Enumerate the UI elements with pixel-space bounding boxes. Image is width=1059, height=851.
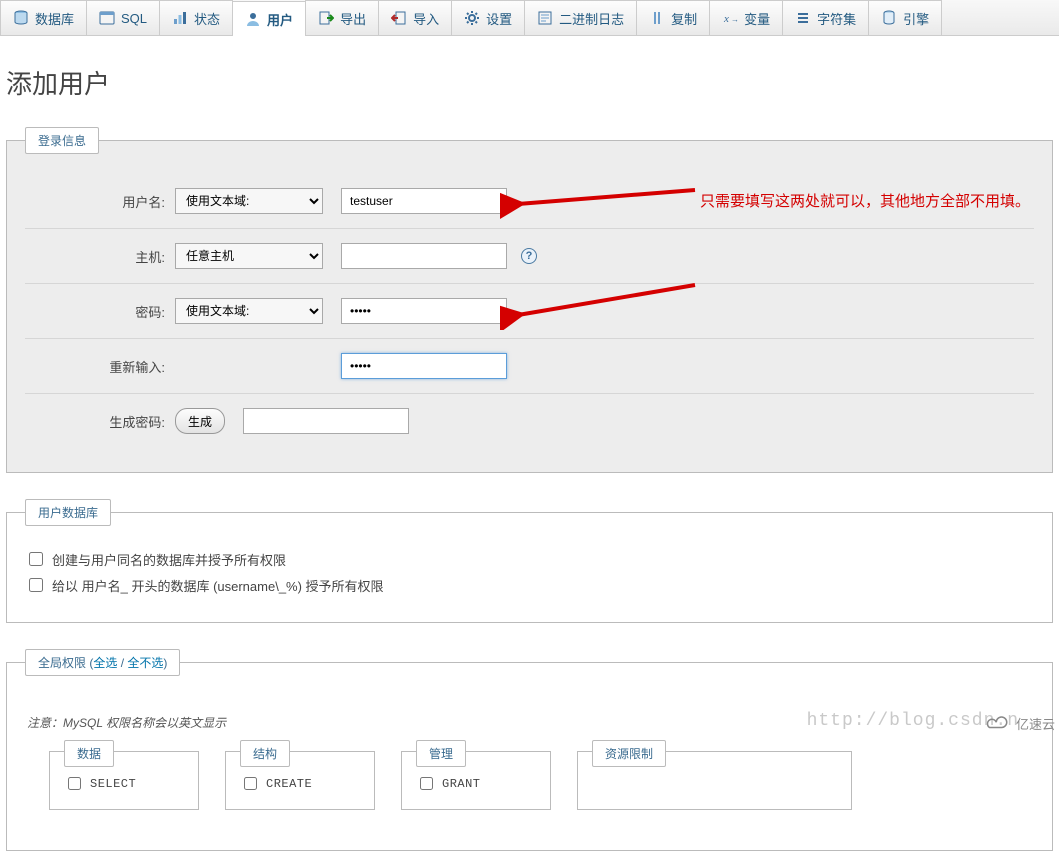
user-db-fieldset: 用户数据库 创建与用户同名的数据库并授予所有权限 给以 用户名_ 开头的数据库 … xyxy=(6,499,1053,623)
priv-limits-legend: 资源限制 xyxy=(592,740,666,767)
host-input[interactable] xyxy=(341,243,507,269)
chk-wildcard-db-box[interactable] xyxy=(29,578,43,592)
chk-create-db-box[interactable] xyxy=(29,552,43,566)
database-icon xyxy=(13,10,29,26)
tab-label: 状态 xyxy=(194,9,220,28)
password-mode-select[interactable]: 使用文本域: xyxy=(175,298,323,324)
priv-data-legend: 数据 xyxy=(64,740,114,767)
row-username: 用户名: 使用文本域: xyxy=(25,174,1034,229)
engine-icon xyxy=(881,10,897,26)
sql-icon xyxy=(99,10,115,26)
export-icon xyxy=(318,10,334,26)
chk-wildcard-db[interactable]: 给以 用户名_ 开头的数据库 (username\_%) 授予所有权限 xyxy=(25,572,1034,598)
tab-label: 用户 xyxy=(267,10,293,29)
label-username: 用户名: xyxy=(25,192,175,211)
tab-binlog[interactable]: 二进制日志 xyxy=(524,0,637,35)
priv-admin-box: 管理 GRANT xyxy=(401,751,551,810)
login-info-fieldset: 登录信息 用户名: 使用文本域: 主机: 任意主机 ? 密码: 使用文本域: 重… xyxy=(6,127,1053,473)
tab-label: 字符集 xyxy=(817,9,856,28)
variables-icon: x→ xyxy=(722,10,738,26)
tab-label: 导入 xyxy=(413,9,439,28)
login-info-legend: 登录信息 xyxy=(25,127,99,154)
priv-data-box: 数据 SELECT xyxy=(49,751,199,810)
tab-sql[interactable]: SQL xyxy=(86,0,160,35)
row-host: 主机: 任意主机 ? xyxy=(25,229,1034,284)
svg-text:x: x xyxy=(723,13,729,25)
tab-label: 数据库 xyxy=(35,9,74,28)
user-db-legend: 用户数据库 xyxy=(25,499,111,526)
tab-label: 设置 xyxy=(486,9,512,28)
tab-status[interactable]: 状态 xyxy=(159,0,233,35)
watermark-logo: 亿速云 xyxy=(982,713,1055,733)
svg-text:→: → xyxy=(731,15,738,24)
chk-wildcard-db-label: 给以 用户名_ 开头的数据库 (username\_%) 授予所有权限 xyxy=(52,576,384,595)
priv-admin-legend: 管理 xyxy=(416,740,466,767)
retype-password-input[interactable] xyxy=(341,353,507,379)
priv-limits-box: 资源限制 xyxy=(577,751,852,810)
priv-select[interactable]: SELECT xyxy=(64,772,184,795)
help-icon[interactable]: ? xyxy=(521,248,537,264)
tab-charsets[interactable]: 字符集 xyxy=(782,0,869,35)
check-all-link[interactable]: 全选 xyxy=(93,656,117,670)
tab-engines[interactable]: 引擎 xyxy=(868,0,942,35)
priv-create[interactable]: CREATE xyxy=(240,772,360,795)
label-generate: 生成密码: xyxy=(25,412,175,431)
tab-settings[interactable]: 设置 xyxy=(451,0,525,35)
tab-label: 变量 xyxy=(744,9,770,28)
binlog-icon xyxy=(537,10,553,26)
global-priv-legend: 全局权限 (全选 / 全不选) xyxy=(25,649,180,676)
chk-create-db-label: 创建与用户同名的数据库并授予所有权限 xyxy=(52,550,286,569)
tab-label: 二进制日志 xyxy=(559,9,624,28)
row-password: 密码: 使用文本域: xyxy=(25,284,1034,339)
chk-create-db[interactable]: 创建与用户同名的数据库并授予所有权限 xyxy=(25,546,1034,572)
generate-password-button[interactable]: 生成 xyxy=(175,408,225,434)
status-icon xyxy=(172,10,188,26)
user-icon xyxy=(245,11,261,27)
tab-label: 导出 xyxy=(340,9,366,28)
row-generate: 生成密码: 生成 xyxy=(25,394,1034,448)
generated-password-input[interactable] xyxy=(243,408,409,434)
priv-struct-box: 结构 CREATE xyxy=(225,751,375,810)
row-retype: 重新输入: xyxy=(25,339,1034,394)
tab-import[interactable]: 导入 xyxy=(378,0,452,35)
tab-users[interactable]: 用户 xyxy=(232,1,306,36)
priv-grant[interactable]: GRANT xyxy=(416,772,536,795)
import-icon xyxy=(391,10,407,26)
username-input[interactable] xyxy=(341,188,507,214)
priv-groups-row: 数据 SELECT 结构 CREATE 管理 GRANT 资源限制 xyxy=(25,751,1034,810)
label-password: 密码: xyxy=(25,302,175,321)
priv-struct-legend: 结构 xyxy=(240,740,290,767)
username-mode-select[interactable]: 使用文本域: xyxy=(175,188,323,214)
tab-label: 复制 xyxy=(671,9,697,28)
page-title: 添加用户 xyxy=(6,64,1059,101)
label-retype: 重新输入: xyxy=(25,357,175,376)
tab-label: SQL xyxy=(121,11,147,26)
uncheck-all-link[interactable]: 全不选 xyxy=(127,656,163,670)
charset-icon xyxy=(795,10,811,26)
tab-replication[interactable]: 复制 xyxy=(636,0,710,35)
host-mode-select[interactable]: 任意主机 xyxy=(175,243,323,269)
label-host: 主机: xyxy=(25,247,175,266)
password-input[interactable] xyxy=(341,298,507,324)
tab-variables[interactable]: x→ 变量 xyxy=(709,0,783,35)
tab-label: 引擎 xyxy=(903,9,929,28)
global-priv-fieldset: 全局权限 (全选 / 全不选) 注意：MySQL 权限名称会以英文显示 数据 S… xyxy=(6,649,1053,851)
tab-export[interactable]: 导出 xyxy=(305,0,379,35)
gear-icon xyxy=(464,10,480,26)
replication-icon xyxy=(649,10,665,26)
top-tabbar: 数据库 SQL 状态 用户 导出 导入 设置 xyxy=(0,0,1059,36)
tab-database[interactable]: 数据库 xyxy=(0,0,87,35)
